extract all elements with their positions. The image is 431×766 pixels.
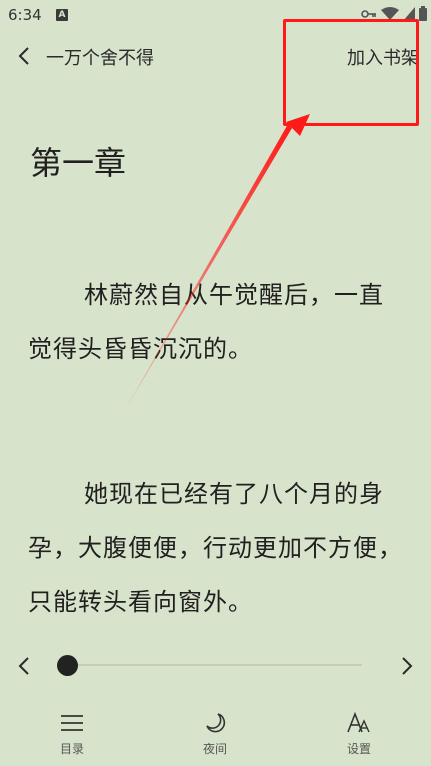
book-title: 一万个舍不得	[46, 48, 154, 69]
next-chapter-icon[interactable]	[397, 654, 417, 678]
previous-chapter-icon[interactable]	[14, 654, 34, 678]
table-of-contents-button[interactable]: 目录	[32, 706, 112, 757]
chapter-title: 第一章	[30, 144, 127, 182]
status-time: 6:34	[8, 6, 42, 24]
chapter-progress-track[interactable]	[68, 664, 362, 666]
night-mode-button[interactable]: 夜间	[175, 706, 255, 757]
back-arrow-icon[interactable]	[14, 44, 34, 68]
app-notification-icon: A	[56, 9, 68, 21]
chapter-paragraph: 林蔚然自从午觉醒后，一直觉得头昏昏沉沉的。	[28, 281, 384, 363]
battery-icon	[419, 6, 427, 21]
settings-button[interactable]: 设置	[319, 706, 399, 757]
chapter-paragraph: 她现在已经有了八个月的身孕，大腹便便，行动更加不方便，只能转头看向窗外。	[28, 480, 403, 616]
font-settings-icon	[347, 712, 370, 733]
toc-label: 目录	[59, 742, 84, 756]
annotation-highlight-box	[283, 19, 419, 126]
list-icon	[61, 715, 83, 731]
key-icon	[361, 9, 376, 18]
reader-bottom-toolbar: 目录 夜间 设置	[0, 706, 431, 766]
night-label: 夜间	[202, 742, 227, 756]
settings-label: 设置	[346, 742, 371, 756]
chapter-progress-thumb[interactable]	[57, 655, 78, 676]
moon-icon	[206, 713, 226, 733]
